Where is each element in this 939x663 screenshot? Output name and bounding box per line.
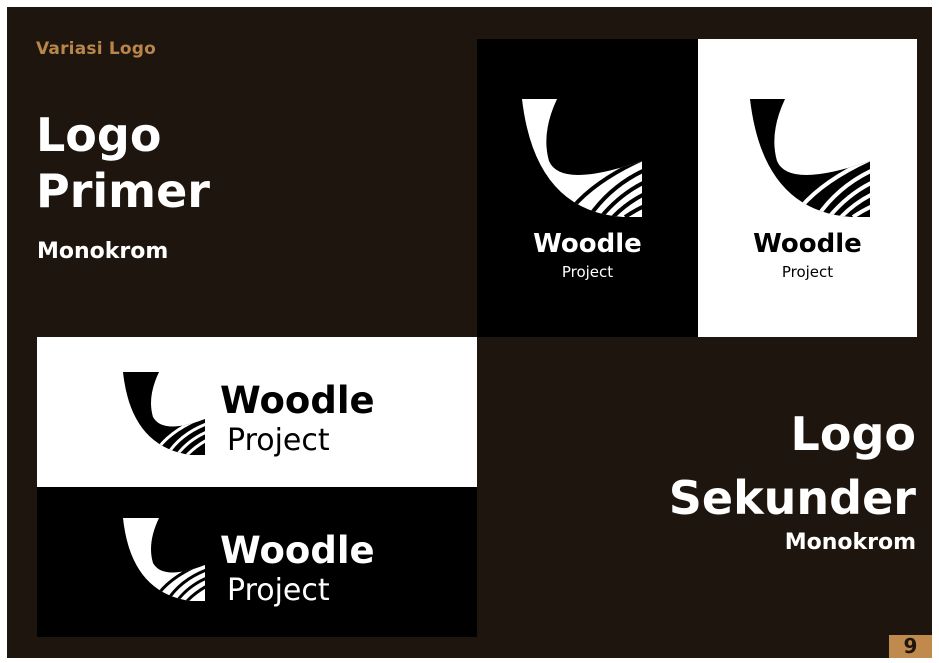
logo-tagline: Project [227, 423, 330, 458]
logo-wordmark: Woodle [220, 379, 375, 422]
secondary-title-line2: Sekunder [668, 471, 916, 525]
logo-wordmark: Woodle [533, 229, 642, 259]
logo-tagline: Project [561, 263, 614, 281]
woodle-logo-mark-icon [750, 99, 870, 217]
woodle-logo-mark-icon [123, 518, 205, 601]
secondary-logo-black-panel: Woodle Project [37, 487, 477, 637]
primary-logo-black-panel: Woodle Project [477, 39, 698, 337]
secondary-logo-white-panel: Woodle Project [37, 337, 477, 487]
primary-logo-title: Logo Primer [36, 107, 210, 219]
logo-wordmark: Woodle [220, 529, 375, 572]
secondary-title-line1: Logo [790, 407, 916, 461]
woodle-logo-mark-icon [522, 99, 642, 217]
primary-title-line2: Primer [36, 164, 210, 218]
logo-tagline: Project [781, 263, 834, 281]
logo-wordmark: Woodle [753, 229, 862, 259]
primary-logo-white-panel: Woodle Project [698, 39, 917, 337]
logo-tagline: Project [227, 573, 330, 608]
section-label: Variasi Logo [36, 39, 157, 59]
page-number-badge: 9 [889, 635, 932, 658]
secondary-logo-title: Logo Sekunder [669, 402, 916, 530]
slide: Variasi Logo Logo Primer Monokrom Woodle… [7, 7, 932, 658]
primary-title-line1: Logo [36, 108, 162, 162]
primary-logo-subtitle: Monokrom [37, 239, 169, 264]
secondary-logo-subtitle: Monokrom [784, 530, 916, 555]
woodle-logo-mark-icon [123, 372, 205, 455]
